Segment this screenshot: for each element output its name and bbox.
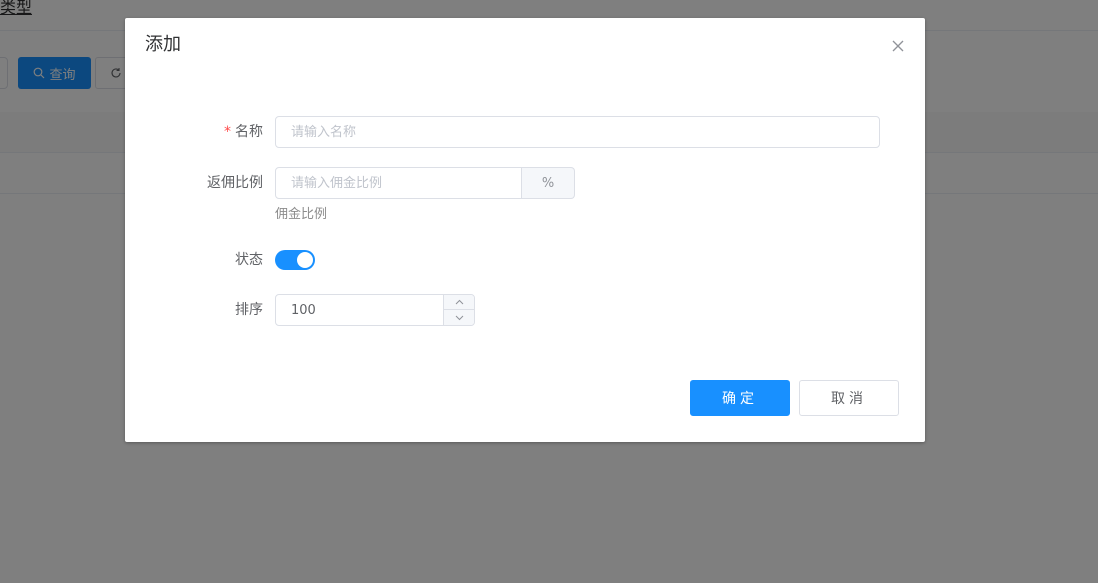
sort-label: 排序 (235, 302, 263, 318)
dialog-title: 添加 (145, 34, 181, 55)
increase-button[interactable] (443, 295, 474, 310)
required-mark: * (224, 124, 231, 140)
close-button[interactable] (891, 39, 905, 53)
commission-input-group: % (275, 167, 575, 199)
chevron-up-icon (455, 299, 463, 304)
switch-knob (297, 252, 313, 268)
chevron-down-icon (455, 315, 463, 321)
status-label: 状态 (235, 252, 263, 268)
status-switch[interactable] (275, 250, 315, 270)
add-dialog: 添加 *名称 返佣比例 % 佣金比例 状态 排序 (125, 18, 925, 442)
percent-suffix: % (522, 167, 575, 199)
confirm-button[interactable]: 确定 (690, 380, 790, 416)
form-item-status: 状态 (125, 244, 925, 276)
name-input[interactable] (275, 116, 880, 148)
decrease-button[interactable] (443, 310, 474, 325)
name-label: * 名称 (224, 116, 263, 148)
form-item-commission: 返佣比例 % (125, 167, 925, 199)
form-item-name: * 名称 (125, 116, 925, 148)
sort-number-input (275, 294, 475, 326)
commission-label: 返佣比例 (207, 175, 263, 191)
form-item-sort: 排序 (125, 294, 925, 326)
commission-input[interactable] (275, 167, 522, 199)
name-label-text: 名称 (235, 124, 263, 140)
cancel-button[interactable]: 取消 (799, 380, 899, 416)
commission-help-text: 佣金比例 (275, 207, 328, 222)
close-icon (892, 40, 904, 52)
